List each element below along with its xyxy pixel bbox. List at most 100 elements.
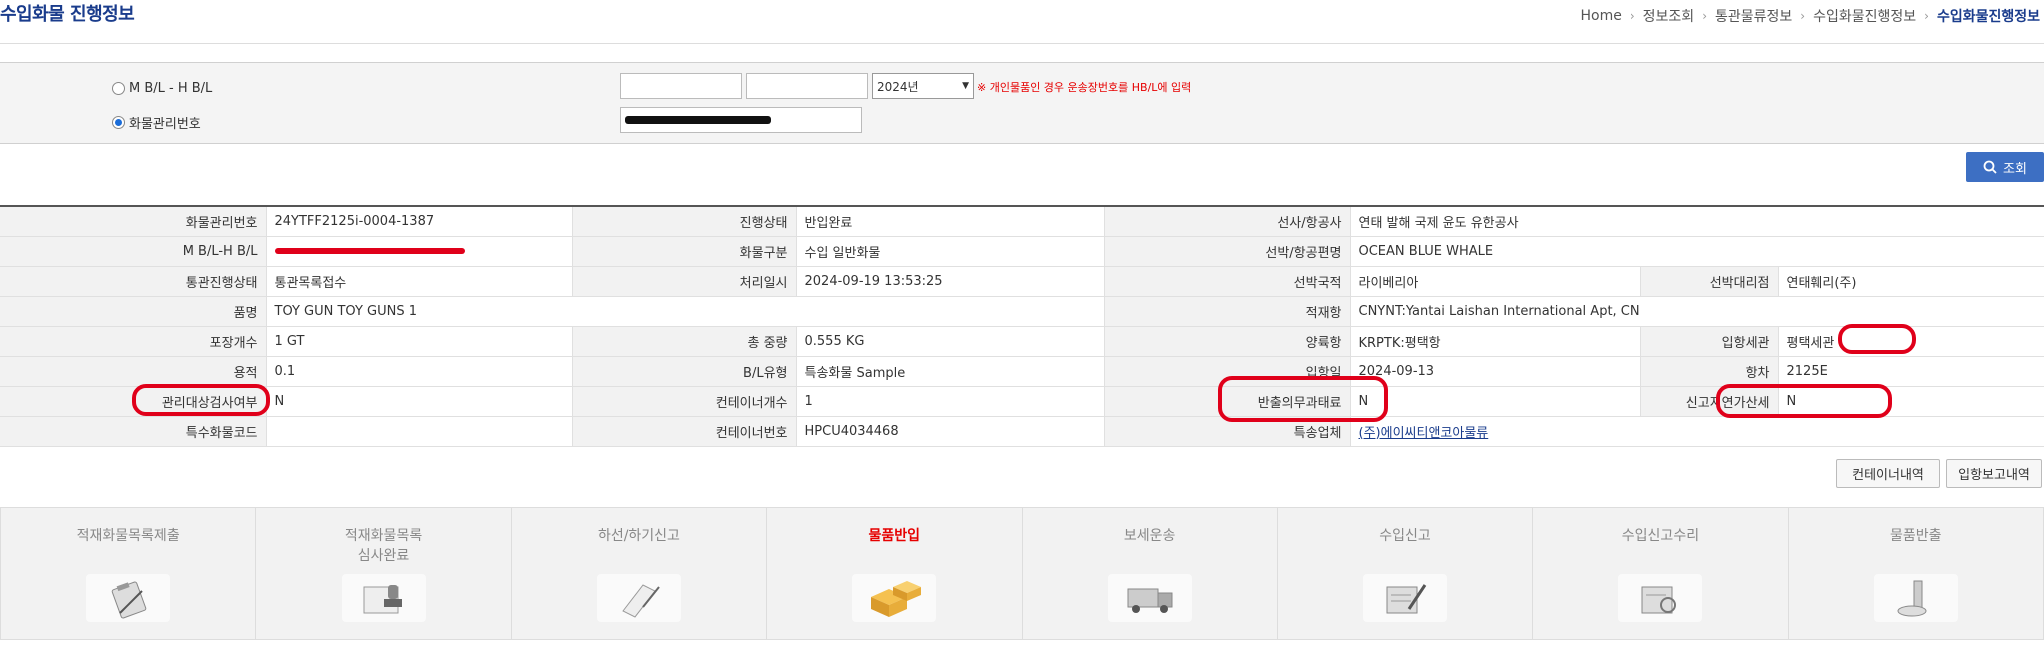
- cell-value: 1 GT: [266, 326, 573, 357]
- search-button[interactable]: 조회: [1966, 152, 2044, 182]
- breadcrumb-home[interactable]: Home: [1581, 8, 1622, 24]
- cell-value: [266, 416, 573, 447]
- boxes-icon: [852, 574, 937, 622]
- cell-value: N: [266, 386, 573, 417]
- cell-value: (주)에이씨티앤코아물류: [1350, 416, 2044, 447]
- hbl-input[interactable]: [746, 73, 868, 99]
- chevron-right-icon: ›: [1800, 9, 1806, 23]
- header-divider: [0, 43, 2044, 44]
- breadcrumb-import-progress[interactable]: 수입화물진행정보: [1813, 6, 1916, 26]
- search-icon: [1983, 160, 1997, 174]
- cell-value: 2024-09-19 13:53:25: [796, 266, 1105, 297]
- cell-label: 입항세관: [1640, 326, 1779, 357]
- table-row: 품명 TOY GUN TOY GUNS 1 적재항 CNYNT:Yantai L…: [0, 296, 2044, 327]
- form-pen-icon: [1363, 574, 1448, 622]
- step-manifest-submit[interactable]: 적재화물목록제출: [1, 508, 257, 639]
- cell-label: 처리일시: [572, 266, 797, 297]
- page-title: 수입화물 진행정보: [0, 4, 135, 25]
- step-goods-inbound[interactable]: 물품반입: [767, 508, 1023, 639]
- container-list-button[interactable]: 컨테이너내역: [1836, 459, 1940, 488]
- cell-value: 반입완료: [796, 206, 1105, 237]
- radio-cargo-no[interactable]: 화물관리번호: [112, 113, 201, 132]
- step-manifest-review[interactable]: 적재화물목록 심사완료: [256, 508, 512, 639]
- redacted-mark: [625, 116, 771, 124]
- cargo-no-input[interactable]: [620, 107, 862, 133]
- redacted-mark: [274, 248, 465, 254]
- chevron-right-icon: ›: [1924, 9, 1929, 23]
- table-row: 특수화물코드 컨테이너번호 HPCU4034468 특송업체 (주)에이씨티앤코…: [0, 416, 2044, 447]
- step-import-acceptance[interactable]: 수입신고수리: [1533, 508, 1789, 639]
- cell-value: [266, 236, 573, 267]
- express-company-link[interactable]: (주)에이씨티앤코아물류: [1359, 426, 1489, 441]
- cell-label: 적재항: [1104, 296, 1351, 327]
- radio-cargo-circle[interactable]: [112, 116, 125, 129]
- cell-value: 2125E: [1778, 356, 2044, 387]
- cell-value: 수입 일반화물: [796, 236, 1105, 267]
- cell-label: 선사/항공사: [1104, 206, 1351, 237]
- cell-value: N: [1350, 386, 1641, 417]
- clipboard-icon: [86, 574, 171, 622]
- search-panel: M B/L - H B/L 화물관리번호 2024년 ▼ ※ 개인물품인 경우 …: [0, 62, 2044, 144]
- breadcrumb-info[interactable]: 정보조회: [1643, 6, 1695, 26]
- breadcrumb-logistics[interactable]: 통관물류정보: [1715, 6, 1792, 26]
- cell-label: 포장개수: [0, 326, 267, 357]
- cell-value: 라이베리아: [1350, 266, 1641, 297]
- cell-value: 1: [796, 386, 1105, 417]
- chevron-down-icon: ▼: [962, 81, 969, 91]
- search-button-label: 조회: [2003, 161, 2027, 177]
- release-icon: [1873, 574, 1958, 622]
- radio-bl-circle[interactable]: [112, 82, 125, 95]
- entry-report-button[interactable]: 입항보고내역: [1946, 459, 2042, 488]
- cell-value: CNYNT:Yantai Laishan International Apt, …: [1350, 296, 2044, 327]
- table-row: M B/L-H B/L 화물구분 수입 일반화물 선박/항공편명 OCEAN B…: [0, 236, 2044, 267]
- breadcrumb-current: 수입화물진행정보: [1936, 9, 2040, 25]
- cell-label: 총 중량: [572, 326, 797, 357]
- cell-value: 2024-09-13: [1350, 356, 1641, 387]
- stamp-icon: [341, 574, 426, 622]
- cell-label: 컨테이너번호: [572, 416, 797, 447]
- cell-label: 특수화물코드: [0, 416, 267, 447]
- highlight-oval: [1218, 376, 1388, 422]
- cell-value: 연태 발해 국제 윤도 유한공사: [1350, 206, 2044, 237]
- step-bonded-transport[interactable]: 보세운송: [1023, 508, 1278, 639]
- cell-label: 화물구분: [572, 236, 797, 267]
- form-stamp-icon: [1618, 574, 1703, 622]
- cell-value: TOY GUN TOY GUNS 1: [266, 296, 1105, 327]
- cell-label: M B/L-H B/L: [0, 236, 267, 267]
- cell-label: 진행상태: [572, 206, 797, 237]
- cell-value: 특송화물 Sample: [796, 356, 1105, 387]
- step-goods-release[interactable]: 물품반출: [1789, 508, 2043, 639]
- mbl-input[interactable]: [620, 73, 742, 99]
- year-select-value: 2024년: [877, 79, 919, 94]
- year-select[interactable]: 2024년 ▼: [872, 73, 974, 99]
- cell-value: 24YTFF2125i-0004-1387: [266, 206, 573, 237]
- chevron-right-icon: ›: [1702, 9, 1707, 23]
- cell-value: OCEAN BLUE WHALE: [1350, 236, 2044, 267]
- radio-cargo-label: 화물관리번호: [129, 117, 201, 132]
- cell-value: 0.555 KG: [796, 326, 1105, 357]
- highlight-oval: [1838, 324, 1916, 354]
- personal-cargo-note: ※ 개인물품인 경우 운송장번호를 HB/L에 입력: [977, 81, 1192, 94]
- radio-bl[interactable]: M B/L - H B/L: [112, 81, 212, 96]
- table-row: 포장개수 1 GT 총 중량 0.555 KG 양륙항 KRPTK:평택항 입항…: [0, 326, 2044, 357]
- cell-label: 컨테이너개수: [572, 386, 797, 417]
- chevron-right-icon: ›: [1629, 9, 1635, 23]
- cell-label: 선박대리점: [1640, 266, 1779, 297]
- step-import-declaration[interactable]: 수입신고: [1278, 508, 1534, 639]
- truck-icon: [1107, 574, 1192, 622]
- cell-label: 통관진행상태: [0, 266, 267, 297]
- table-row: 용적 0.1 B/L유형 특송화물 Sample 입항일 2024-09-13 …: [0, 356, 2044, 387]
- cell-label: 선박/항공편명: [1104, 236, 1351, 267]
- cell-value: 0.1: [266, 356, 573, 387]
- cell-label: 화물관리번호: [0, 206, 267, 237]
- cell-value: 연태훼리(주): [1778, 266, 2044, 297]
- cell-label: 품명: [0, 296, 267, 327]
- highlight-oval: [132, 384, 270, 416]
- step-unloading-report[interactable]: 하선/하기신고: [512, 508, 768, 639]
- cell-label: 용적: [0, 356, 267, 387]
- cell-label: 항차: [1640, 356, 1779, 387]
- cell-value: 통관목록접수: [266, 266, 573, 297]
- process-steps: 적재화물목록제출 적재화물목록 심사완료 하선/하기신고 물품반입 보세운송 수…: [0, 507, 2044, 640]
- breadcrumb: Home › 정보조회 › 통관물류정보 › 수입화물진행정보 › 수입화물진행…: [1581, 6, 2041, 26]
- cell-value: KRPTK:평택항: [1350, 326, 1641, 357]
